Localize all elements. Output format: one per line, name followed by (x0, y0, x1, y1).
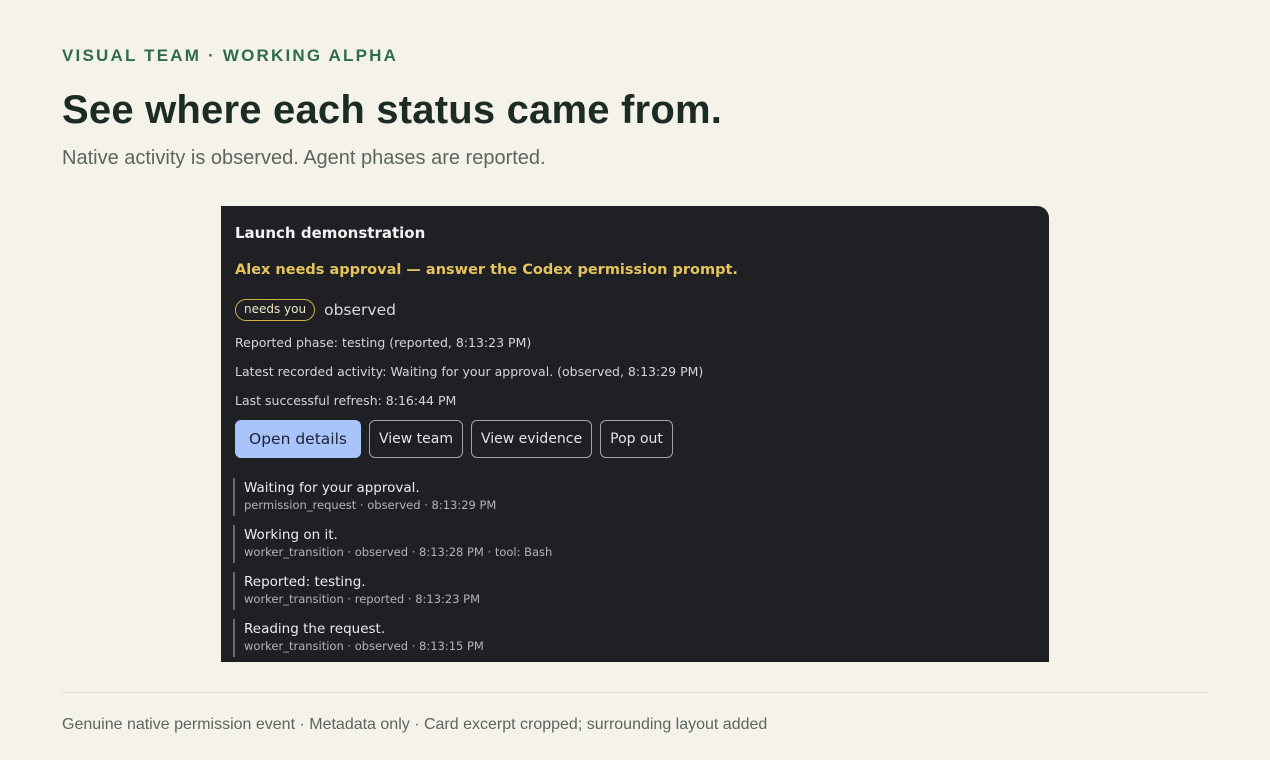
status-badge: needs you (235, 299, 316, 321)
page: VISUAL TEAM · WORKING ALPHA See where ea… (62, 0, 1208, 760)
pop-out-button[interactable]: Pop out (600, 420, 673, 458)
status-row: needs you observed (235, 299, 396, 321)
event-title: Working on it. (244, 527, 338, 543)
event-list: Waiting for your approval. permission_re… (233, 478, 552, 662)
event-meta: worker_transition · reported · 8:13:23 P… (244, 592, 481, 606)
card-title: Launch demonstration (235, 224, 426, 242)
view-evidence-button[interactable]: View evidence (470, 420, 593, 458)
event-title: Reading the request. (244, 621, 386, 637)
list-item: Waiting for your approval. permission_re… (233, 478, 552, 516)
approval-alert: Alex needs approval — answer the Codex p… (235, 262, 738, 278)
view-team-button[interactable]: View team (368, 420, 463, 458)
reported-phase: Reported phase: testing (reported, 8:13:… (235, 335, 532, 350)
list-item: Working on it. worker_transition · obser… (233, 525, 552, 563)
latest-activity: Latest recorded activity: Waiting for yo… (235, 364, 704, 379)
event-meta: worker_transition · observed · 8:13:28 P… (244, 545, 553, 559)
event-title: Reported: testing. (244, 574, 366, 590)
footer-note: Genuine native permission event · Metada… (62, 716, 768, 733)
event-meta: permission_request · observed · 8:13:29 … (244, 498, 497, 512)
footer-divider (62, 692, 1208, 693)
list-item: Reading the request. worker_transition ·… (233, 619, 552, 657)
event-title: Waiting for your approval. (244, 480, 420, 496)
page-subtitle: Native activity is observed. Agent phase… (62, 147, 546, 169)
eyebrow-label: VISUAL TEAM · WORKING ALPHA (62, 46, 399, 65)
status-source: observed (324, 301, 396, 319)
event-meta: worker_transition · observed · 8:13:15 P… (244, 639, 484, 653)
status-card: Launch demonstration Alex needs approval… (221, 206, 1049, 662)
list-item: Reported: testing. worker_transition · r… (233, 572, 552, 610)
open-details-button[interactable]: Open details (235, 420, 361, 458)
last-refresh: Last successful refresh: 8:16:44 PM (235, 393, 457, 408)
card-actions: Open details View team View evidence Pop… (235, 420, 673, 458)
page-title: See where each status came from. (62, 88, 723, 132)
